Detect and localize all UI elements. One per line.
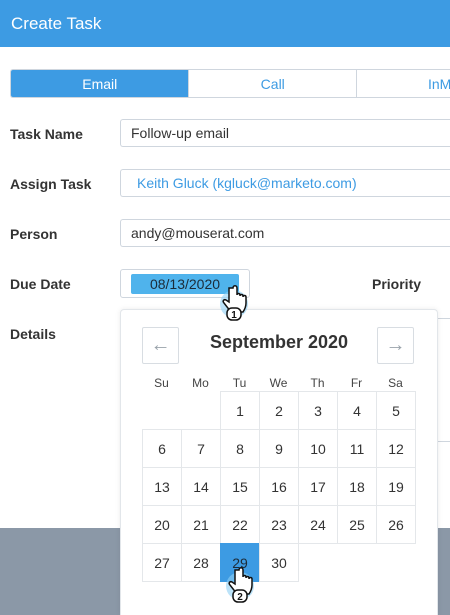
calendar-day[interactable]: 15 [220, 467, 260, 506]
task-name-value: Follow-up email [131, 125, 230, 141]
due-date-value: 08/13/2020 [149, 276, 221, 292]
person-value: andy@mouserat.com [131, 225, 265, 241]
calendar-day[interactable]: 7 [181, 429, 221, 468]
weekday-header: Th [310, 376, 325, 390]
calendar-day[interactable]: 10 [298, 429, 338, 468]
calendar-day[interactable]: 20 [142, 505, 182, 544]
calendar-day[interactable]: 13 [142, 467, 182, 506]
task-name-input[interactable]: Follow-up email [120, 119, 450, 147]
calendar-day[interactable]: 27 [142, 543, 182, 582]
weekday-header: We [269, 376, 288, 390]
arrow-left-icon: ← [150, 334, 171, 356]
step-number: 2 [237, 592, 243, 603]
task-name-label: Task Name [10, 126, 83, 142]
calendar-day[interactable]: 3 [298, 391, 338, 430]
calendar-day[interactable]: 16 [259, 467, 299, 506]
assign-task-field[interactable]: Keith Gluck (kgluck@marketo.com) [120, 169, 450, 197]
tab-email-label: Email [82, 75, 118, 92]
calendar-day[interactable]: 9 [259, 429, 299, 468]
calendar-day[interactable]: 30 [259, 543, 299, 582]
calendar-day[interactable]: 4 [337, 391, 377, 430]
calendar-day[interactable]: 5 [376, 391, 416, 430]
task-type-tabs: Email Call InM [10, 69, 450, 98]
tab-email[interactable]: Email [11, 70, 189, 97]
calendar-day[interactable]: 22 [220, 505, 260, 544]
due-date-label: Due Date [10, 276, 71, 292]
calendar-day[interactable]: 8 [220, 429, 260, 468]
tab-call-label: Call [260, 75, 285, 92]
calendar-day[interactable]: 11 [337, 429, 377, 468]
calendar-day[interactable]: 24 [298, 505, 338, 544]
calendar-day[interactable]: 18 [337, 467, 377, 506]
calendar-day[interactable]: 19 [376, 467, 416, 506]
calendar-day[interactable]: 14 [181, 467, 221, 506]
priority-label: Priority [372, 276, 422, 292]
person-label: Person [10, 226, 58, 242]
calendar-day[interactable]: 12 [376, 429, 416, 468]
weekday-header: Tu [232, 376, 247, 390]
next-month-button[interactable]: → [377, 327, 414, 364]
calendar-day[interactable]: 2 [259, 391, 299, 430]
tab-inmail[interactable]: InM [356, 70, 450, 97]
weekday-header: Sa [388, 376, 403, 390]
dialog-title: Create Task [11, 13, 102, 33]
calendar-day[interactable]: 26 [376, 505, 416, 544]
assign-task-value: Keith Gluck (kgluck@marketo.com) [137, 175, 357, 191]
pointer-hand-icon: 2 [226, 567, 254, 603]
details-label: Details [10, 326, 56, 342]
pointer-hand-icon: 1 [220, 285, 248, 321]
calendar-day[interactable]: 25 [337, 505, 377, 544]
weekday-header: Mo [192, 376, 209, 390]
arrow-right-icon: → [385, 334, 406, 356]
calendar-day[interactable]: 17 [298, 467, 338, 506]
tab-call[interactable]: Call [188, 70, 356, 97]
calendar-day[interactable]: 28 [181, 543, 221, 582]
calendar-day[interactable]: 23 [259, 505, 299, 544]
calendar-day[interactable]: 1 [220, 391, 260, 430]
assign-task-label: Assign Task [10, 176, 92, 192]
month-title: September 2020 [209, 332, 349, 352]
person-input[interactable]: andy@mouserat.com [120, 219, 450, 247]
date-picker: ← September 2020 → Su Mo Tu We Th Fr Sa … [120, 309, 438, 615]
step-number: 1 [231, 310, 237, 321]
calendar-day[interactable]: 21 [181, 505, 221, 544]
weekday-header: Fr [350, 376, 363, 390]
dialog-title-bar: Create Task [0, 0, 450, 47]
prev-month-button[interactable]: ← [142, 327, 179, 364]
weekday-header: Su [154, 376, 169, 390]
calendar-day[interactable]: 6 [142, 429, 182, 468]
tab-inmail-label: InM [428, 75, 450, 92]
